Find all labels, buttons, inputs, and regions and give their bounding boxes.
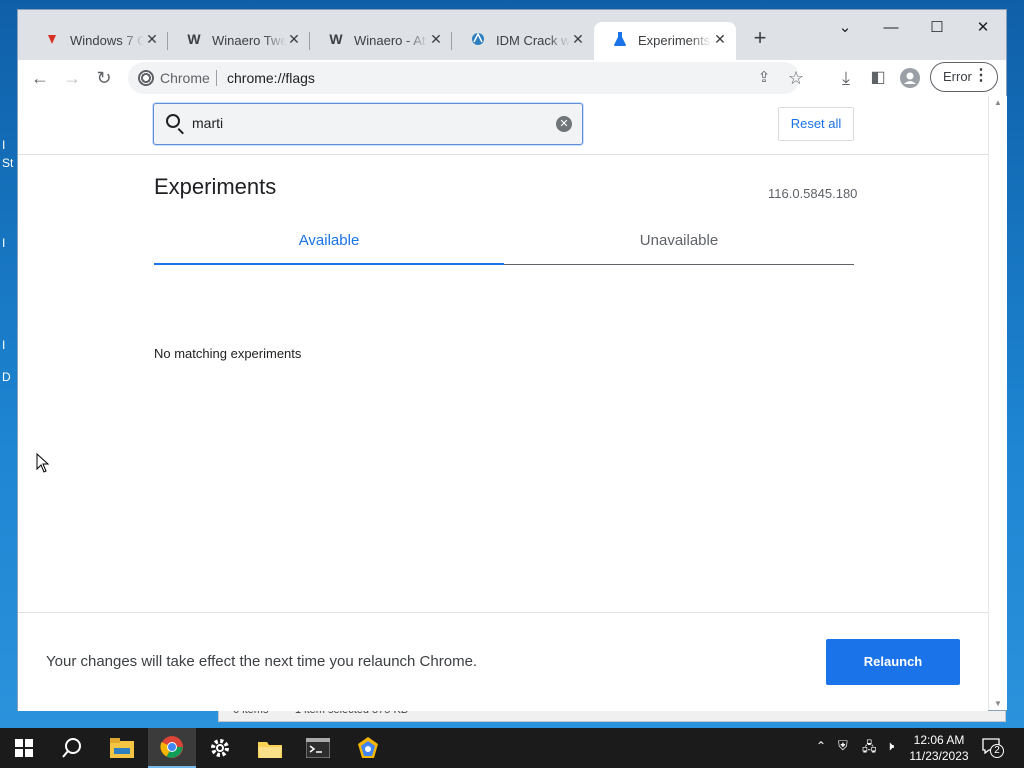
taskbar-clock[interactable]: 12:06 AM 11/23/2023 xyxy=(904,732,974,764)
relaunch-footer: Your changes will take effect the next t… xyxy=(18,612,988,711)
snip-app-icon[interactable] xyxy=(344,728,392,768)
omnibox-divider xyxy=(216,70,217,86)
chrome-window: Windows 7 Games ✕ W Winaero Tweaker ✕ W … xyxy=(18,10,1007,711)
chevron-up-icon[interactable]: ⌃ xyxy=(816,739,826,753)
taskbar: ⌃ ⛨ 🖧 🕨 12:06 AM 11/23/2023 2 xyxy=(0,728,1024,768)
new-tab-button[interactable]: + xyxy=(748,26,772,50)
scroll-down-arrow-icon[interactable]: ▼ xyxy=(994,699,1002,708)
network-icon[interactable]: 🖧 xyxy=(862,738,877,760)
toolbar: ← → ↻ Chrome chrome://flags ⇪ ☆ ⤓ ◧ Erro… xyxy=(18,60,1006,96)
omnibox-chip: Chrome xyxy=(160,70,210,86)
relaunch-message: Your changes will take effect the next t… xyxy=(46,653,478,670)
error-label: Error xyxy=(943,69,972,84)
windows-start-icon[interactable] xyxy=(0,728,48,768)
clear-search-icon[interactable]: ✕ xyxy=(556,116,572,132)
no-results-message: No matching experiments xyxy=(154,346,302,361)
desktop-icon-fragment[interactable]: I xyxy=(2,138,5,152)
tab-title: Windows 7 Games xyxy=(70,33,144,48)
notification-count-badge: 2 xyxy=(990,744,1004,758)
forward-arrow-icon[interactable]: → xyxy=(60,66,84,90)
tab-search-chevron-icon[interactable]: ⌄ xyxy=(822,14,868,42)
tab-title: IDM Crack with xyxy=(496,33,570,48)
tab-title: Winaero Tweaker xyxy=(212,33,286,48)
tab-winaero-tweaker[interactable]: W Winaero Tweaker ✕ xyxy=(168,22,310,60)
tab-windows7-games[interactable]: Windows 7 Games ✕ xyxy=(26,22,168,60)
bookmark-star-icon[interactable]: ☆ xyxy=(784,66,808,90)
error-menu-button[interactable]: Error ⋮ xyxy=(930,62,998,92)
winaero-w-icon: W xyxy=(187,31,201,47)
tab-idm-crack[interactable]: IDM Crack with ✕ xyxy=(452,22,594,60)
download-icon[interactable]: ⤓ xyxy=(834,66,858,90)
share-icon[interactable]: ⇪ xyxy=(752,66,776,90)
maximize-button[interactable]: ☐ xyxy=(914,14,960,42)
minimize-button[interactable]: — xyxy=(868,14,914,42)
desktop-icon-fragment[interactable]: St xyxy=(2,156,13,170)
terminal-icon[interactable] xyxy=(294,728,342,768)
desktop-icon-fragment[interactable]: I xyxy=(2,338,5,352)
desktop-icon-fragment[interactable]: I xyxy=(2,236,5,250)
flags-search-box[interactable]: ✕ xyxy=(153,103,583,145)
search-input[interactable] xyxy=(190,114,534,132)
tab-strip: Windows 7 Games ✕ W Winaero Tweaker ✕ W … xyxy=(18,10,1006,60)
tab-title: Experiments xyxy=(638,33,711,48)
tab-experiments[interactable]: Experiments ✕ xyxy=(594,22,736,60)
close-icon[interactable]: ✕ xyxy=(712,31,728,47)
clock-date: 11/23/2023 xyxy=(909,749,969,763)
tab-title: Winaero - At the edge of tweaking xyxy=(354,33,428,48)
reload-icon[interactable]: ↻ xyxy=(92,66,116,90)
tab-unavailable[interactable]: Unavailable xyxy=(504,232,854,249)
chrome-taskbar-icon[interactable] xyxy=(148,728,196,768)
close-icon[interactable]: ✕ xyxy=(570,31,586,47)
flask-icon xyxy=(612,31,628,47)
clock-time: 12:06 AM xyxy=(913,733,965,747)
flags-search-header: ✕ Reset all xyxy=(18,96,988,155)
scrollbar[interactable]: ▲ ▼ xyxy=(988,96,1007,710)
chrome-logo-icon xyxy=(138,70,154,86)
volume-muted-icon[interactable]: 🕨 xyxy=(886,738,894,754)
close-window-button[interactable]: ✕ xyxy=(960,14,1006,42)
scroll-up-arrow-icon[interactable]: ▲ xyxy=(994,98,1002,107)
omnibox-url[interactable]: chrome://flags xyxy=(227,70,315,86)
notification-center-icon[interactable]: 2 xyxy=(982,738,1004,758)
relaunch-button[interactable]: Relaunch xyxy=(826,639,960,685)
version-label: 116.0.5845.180 xyxy=(768,186,858,201)
active-tab-indicator xyxy=(154,263,504,265)
settings-gear-icon[interactable] xyxy=(196,728,244,768)
winaero-w-icon: W xyxy=(329,31,343,47)
tab-winaero[interactable]: W Winaero - At the edge of tweaking ✕ xyxy=(310,22,452,60)
tab-available[interactable]: Available xyxy=(154,232,504,249)
folder-icon[interactable] xyxy=(246,728,294,768)
security-shield-icon[interactable]: ⛨ xyxy=(838,738,848,754)
profile-avatar-icon[interactable] xyxy=(898,66,922,90)
address-bar[interactable]: Chrome chrome://flags ⇪ ☆ xyxy=(128,62,804,94)
close-icon[interactable]: ✕ xyxy=(286,31,302,47)
flags-page: ✕ Reset all Experiments 116.0.5845.180 A… xyxy=(18,96,988,711)
tab-favicon-windows7 xyxy=(44,31,60,47)
file-explorer-icon[interactable] xyxy=(98,728,146,768)
desktop-icon-fragment[interactable]: D xyxy=(2,370,11,384)
side-panel-icon[interactable]: ◧ xyxy=(866,66,890,90)
search-icon[interactable] xyxy=(48,728,96,768)
tab-favicon-idm xyxy=(470,31,486,47)
reset-all-button[interactable]: Reset all xyxy=(778,107,854,141)
search-icon xyxy=(166,114,180,128)
close-icon[interactable]: ✕ xyxy=(144,31,160,47)
page-title: Experiments xyxy=(154,174,277,199)
more-vertical-icon: ⋮ xyxy=(973,67,989,84)
close-icon[interactable]: ✕ xyxy=(428,31,444,47)
back-arrow-icon[interactable]: ← xyxy=(28,66,52,90)
